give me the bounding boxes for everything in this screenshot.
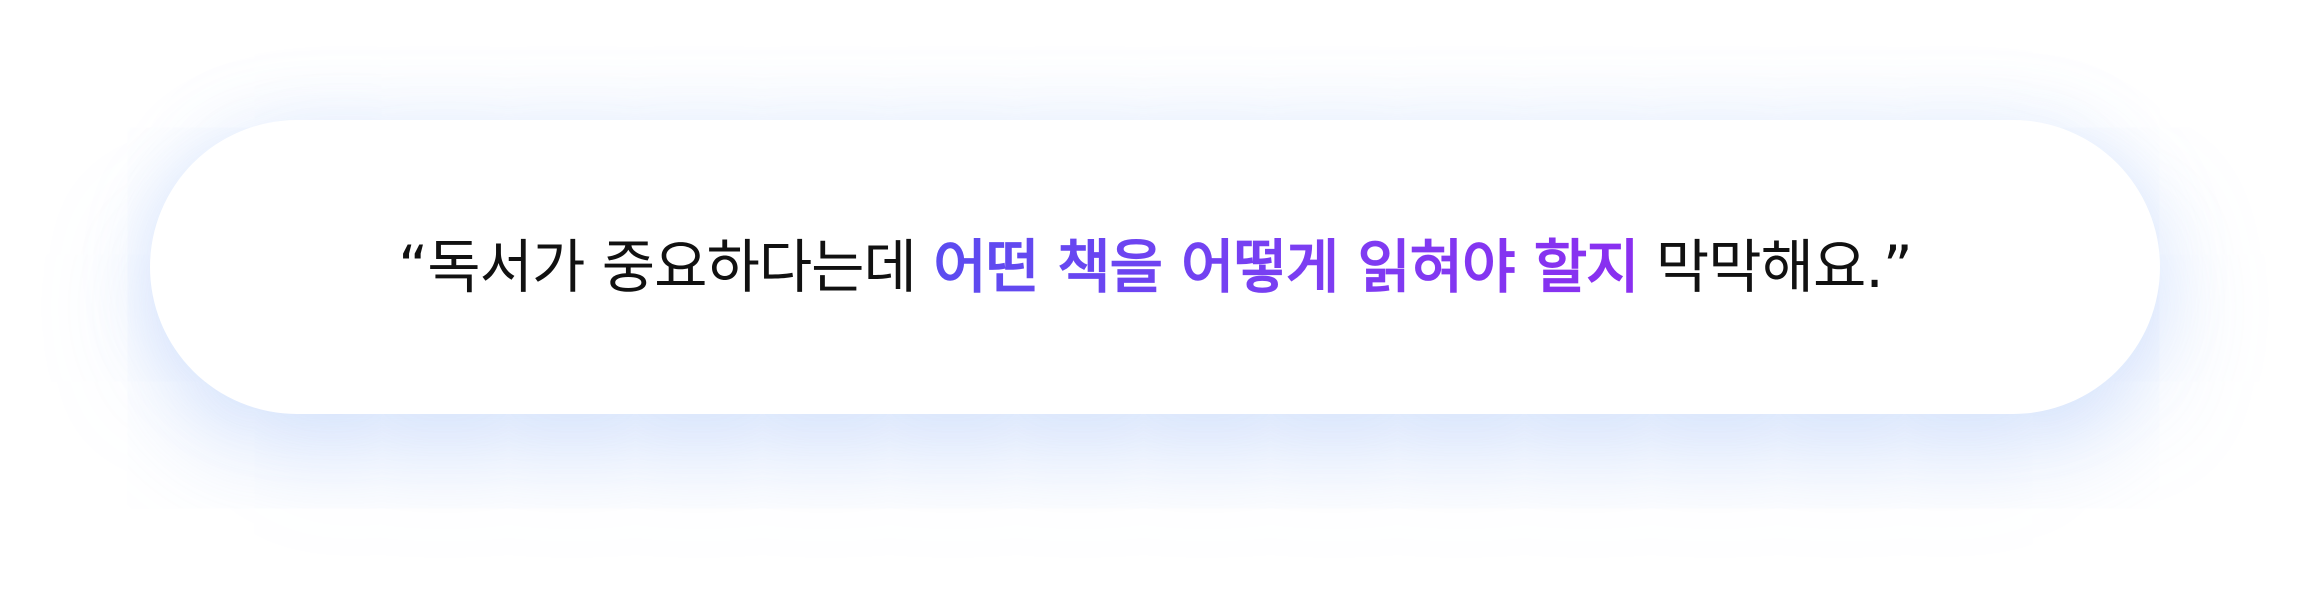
close-quote-mark: ” — [1882, 233, 1913, 301]
open-quote-mark: “ — [398, 233, 428, 301]
quote-card: “독서가 중요하다는데 어떤 책을 어떻게 읽혀야 할지 막막해요.” — [150, 120, 2160, 414]
quote-text-after: 막막해요. — [1638, 233, 1884, 301]
quote-text: “독서가 중요하다는데 어떤 책을 어떻게 읽혀야 할지 막막해요.” — [398, 238, 1913, 296]
quote-highlight: 어떤 책을 어떻게 읽혀야 할지 — [933, 233, 1639, 301]
canvas: “독서가 중요하다는데 어떤 책을 어떻게 읽혀야 할지 막막해요.” — [0, 0, 2310, 594]
quote-text-before: 독서가 중요하다는데 — [427, 233, 934, 301]
